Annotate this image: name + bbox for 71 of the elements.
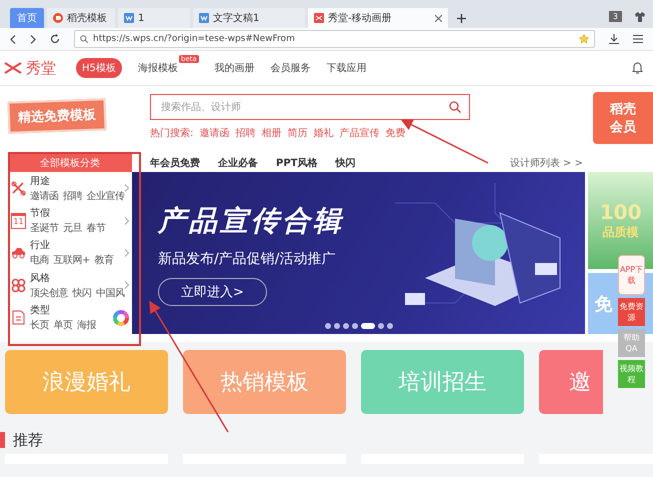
clover-icon	[11, 278, 26, 293]
hot-search-label: 热门搜索:	[150, 126, 194, 140]
category-item[interactable]: 行业 电商 互联网+ 教育	[8, 238, 132, 268]
slide-indicator[interactable]	[387, 323, 393, 329]
hot-search-link[interactable]: 招聘	[235, 126, 256, 140]
category-item[interactable]: 用途 邀请函 招聘 企业宣传	[8, 174, 132, 203]
search-field[interactable]: 搜索作品、设计师	[150, 94, 470, 120]
back-icon[interactable]	[10, 34, 16, 44]
hot-search-link[interactable]: 产品宣传	[339, 126, 380, 140]
nav-link[interactable]: 我的画册	[214, 61, 255, 75]
browser-tab[interactable]: 1	[118, 8, 190, 28]
slide-indicator[interactable]	[325, 323, 331, 329]
search-icon	[80, 35, 88, 43]
nav-link[interactable]: 海报模板	[138, 61, 178, 75]
slide-indicator[interactable]	[378, 323, 384, 329]
slide-indicator[interactable]	[343, 323, 349, 329]
category-item[interactable]: 风格 顶尖创意 快闪 中国风	[8, 270, 132, 300]
filter-tab[interactable]: PPT风格	[276, 156, 318, 170]
close-icon[interactable]	[435, 14, 442, 22]
app-logo-icon	[314, 13, 324, 23]
nav-link[interactable]: 下载应用	[326, 61, 367, 75]
banner-background[interactable]: 产品宣传合辑 新品发布/产品促销/活动推广 立即进入>	[132, 172, 586, 334]
document-icon	[199, 13, 209, 23]
browser-tab[interactable]: 稻壳模板	[47, 8, 115, 28]
shirt-icon[interactable]	[635, 12, 645, 22]
designer-list-link[interactable]: 设计师列表 > >	[510, 156, 583, 170]
bell-icon[interactable]	[632, 62, 643, 74]
section-title: 推荐	[13, 430, 43, 450]
document-icon	[124, 13, 134, 23]
side-float-button[interactable]: APP下载	[618, 255, 645, 295]
forward-icon[interactable]	[30, 34, 36, 44]
banner-title: 产品宣传合辑	[158, 203, 344, 239]
color-wheel-icon[interactable]	[113, 310, 129, 326]
menu-icon[interactable]	[633, 35, 643, 43]
new-tab-icon[interactable]	[457, 14, 466, 23]
category-header: 全部模板分类	[8, 154, 132, 172]
docer-logo-icon	[53, 13, 63, 23]
category-item[interactable]: 11 节假 圣诞节 元旦 春节	[8, 206, 132, 236]
tab-count[interactable]: 3	[608, 11, 622, 22]
browser-tab[interactable]: 秀堂-移动画册	[308, 8, 448, 28]
search-icon[interactable]	[449, 101, 461, 113]
banner-subtitle: 新品发布/产品促销/活动推广	[158, 250, 336, 268]
filter-tab[interactable]: 年会员免费	[150, 156, 200, 170]
side-float-button[interactable]: 免费资源	[618, 298, 645, 326]
category-item[interactable]: 类型 长页 单页 海报	[8, 303, 132, 332]
hot-search-link[interactable]: 免费	[385, 126, 406, 140]
document-icon	[11, 310, 26, 326]
hot-search-link[interactable]: 相册	[261, 126, 282, 140]
logo-icon	[4, 62, 22, 74]
enter-button[interactable]: 立即进入>	[158, 278, 267, 306]
address-field[interactable]: https://s.wps.cn/?origin=tese-wps#NewFrom	[74, 30, 595, 48]
hot-search-link[interactable]: 邀请函	[199, 126, 230, 140]
hot-search-link[interactable]: 婚礼	[313, 126, 334, 140]
slide-indicator[interactable]	[361, 323, 375, 329]
hot-search-link[interactable]: 简历	[287, 126, 308, 140]
filter-tab[interactable]: 企业必备	[218, 156, 258, 170]
nav-link[interactable]: 会员服务	[270, 61, 311, 75]
browser-tab[interactable]: 首页	[10, 8, 44, 28]
star-icon[interactable]	[579, 34, 589, 44]
nav-link[interactable]: H5模板	[76, 58, 122, 78]
member-promo-banner[interactable]: 稻壳 会员	[593, 92, 653, 144]
slide-indicator[interactable]	[334, 323, 340, 329]
car-icon	[11, 245, 26, 260]
slide-indicator[interactable]	[352, 323, 358, 329]
calendar-icon: 11	[11, 212, 26, 229]
download-icon[interactable]	[609, 34, 619, 44]
filter-tab[interactable]: 快闪	[335, 156, 356, 170]
tools-icon	[11, 180, 26, 196]
reload-icon[interactable]	[50, 34, 60, 44]
site-logo[interactable]: 秀堂	[26, 58, 56, 78]
browser-tab[interactable]: 文字文稿1	[193, 8, 305, 28]
